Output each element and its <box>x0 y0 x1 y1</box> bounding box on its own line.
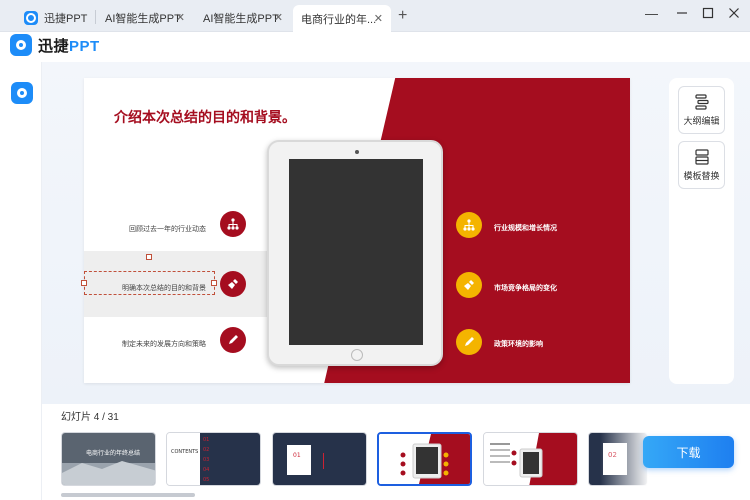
maximize-icon <box>702 7 714 19</box>
broom-icon <box>456 272 482 298</box>
outline-edit-icon <box>694 94 709 110</box>
tab-label: AI智能生成PPT <box>203 12 279 25</box>
new-tab-button[interactable]: + <box>398 7 407 25</box>
template-replace-label: 模板替换 <box>683 171 720 181</box>
template-replace-icon <box>694 149 709 165</box>
close-icon[interactable]: ✕ <box>374 12 383 25</box>
thumbnail-title: 01 <box>293 452 301 459</box>
tool-panel: 大纲编辑 模板替换 <box>669 78 734 384</box>
app-header: 迅捷PPT <box>0 32 750 62</box>
slide-counter: 幻灯片 4 / 31 <box>61 412 119 423</box>
brand-name: 迅捷PPT <box>38 37 100 55</box>
tab-label: AI智能生成PPT <box>105 12 181 25</box>
slide-left-item-1[interactable]: 回顾过去一年的行业动态 <box>129 224 206 234</box>
slide-thumbnail-1[interactable]: 电商行业的年终总结 <box>61 432 156 486</box>
template-replace-button[interactable]: 模板替换 <box>678 141 725 189</box>
slide-canvas[interactable]: 介绍本次总结的目的和背景。 回顾过去一年的行业动态 明确本次总结的目的和背景 制… <box>84 78 630 383</box>
tab-ai-generate-1[interactable]: AI智能生成PPT ✕ <box>97 5 193 30</box>
svg-text:04: 04 <box>203 467 209 473</box>
thumbnail-title: CONTENTS <box>171 449 198 455</box>
tab-label: 迅捷PPT <box>44 12 88 25</box>
slide-thumbnail-4[interactable] <box>377 432 472 486</box>
tab-xunjie-ppt[interactable]: 迅捷PPT <box>16 5 92 30</box>
sidebar-home-icon[interactable] <box>11 82 33 104</box>
outline-edit-label: 大纲编辑 <box>683 116 720 126</box>
svg-text:02: 02 <box>203 447 209 453</box>
tablet-image <box>267 140 443 366</box>
network-icon <box>220 211 246 237</box>
broom-icon <box>220 271 246 297</box>
minimize-button[interactable]: — <box>645 6 658 21</box>
close-icon[interactable]: ✕ <box>274 11 283 24</box>
thumbnail-title: 电商行业的年终总结 <box>86 449 140 457</box>
tab-ai-generate-2[interactable]: AI智能生成PPT ✕ <box>195 5 291 30</box>
selection-handle-top[interactable] <box>146 254 152 260</box>
tab-ecommerce-report[interactable]: 电商行业的年... ✕ <box>293 5 391 32</box>
slide-thumbnail-2[interactable]: CONTENTS 01 02 03 04 05 <box>166 432 261 486</box>
tab-label: 电商行业的年... <box>301 13 377 26</box>
slide-title[interactable]: 介绍本次总结的目的和背景。 <box>114 108 314 126</box>
title-bar: 迅捷PPT AI智能生成PPT ✕ AI智能生成PPT ✕ 电商行业的年... … <box>0 0 750 32</box>
maximize-button[interactable] <box>702 7 714 22</box>
svg-text:05: 05 <box>203 477 209 483</box>
close-icon[interactable]: ✕ <box>176 11 185 24</box>
network-icon <box>456 212 482 238</box>
download-button[interactable]: 下载 <box>643 436 734 468</box>
svg-text:01: 01 <box>203 437 209 443</box>
thumbnail-scrollbar[interactable] <box>61 493 195 497</box>
selection-handle-left[interactable] <box>81 280 87 286</box>
slide-thumbnail-5[interactable] <box>483 432 578 486</box>
brand-logo-icon <box>10 34 32 56</box>
slide-left-item-3[interactable]: 制定未来的发展方向和策略 <box>122 339 206 349</box>
minimize-icon <box>677 12 687 14</box>
slide-thumbnail-3[interactable]: 01 <box>272 432 367 486</box>
pencil-icon <box>220 327 246 353</box>
close-icon <box>729 8 739 18</box>
outline-edit-button[interactable]: 大纲编辑 <box>678 86 725 134</box>
tab-separator <box>95 10 96 24</box>
close-window-button[interactable] <box>728 7 740 22</box>
selection-handle-right[interactable] <box>211 280 217 286</box>
sidebar <box>0 62 42 500</box>
text-selection-box[interactable] <box>84 271 215 295</box>
brand[interactable]: 迅捷PPT <box>10 34 100 56</box>
slide-right-item-3[interactable]: 政策环境的影响 <box>494 339 543 349</box>
svg-text:03: 03 <box>203 457 209 463</box>
minimize-window-button[interactable] <box>676 7 688 22</box>
slide-right-item-1[interactable]: 行业规模和增长情况 <box>494 223 557 233</box>
slide-right-item-2[interactable]: 市场竞争格局的变化 <box>494 283 557 293</box>
pencil-icon <box>456 329 482 355</box>
app-logo-icon <box>24 10 38 25</box>
